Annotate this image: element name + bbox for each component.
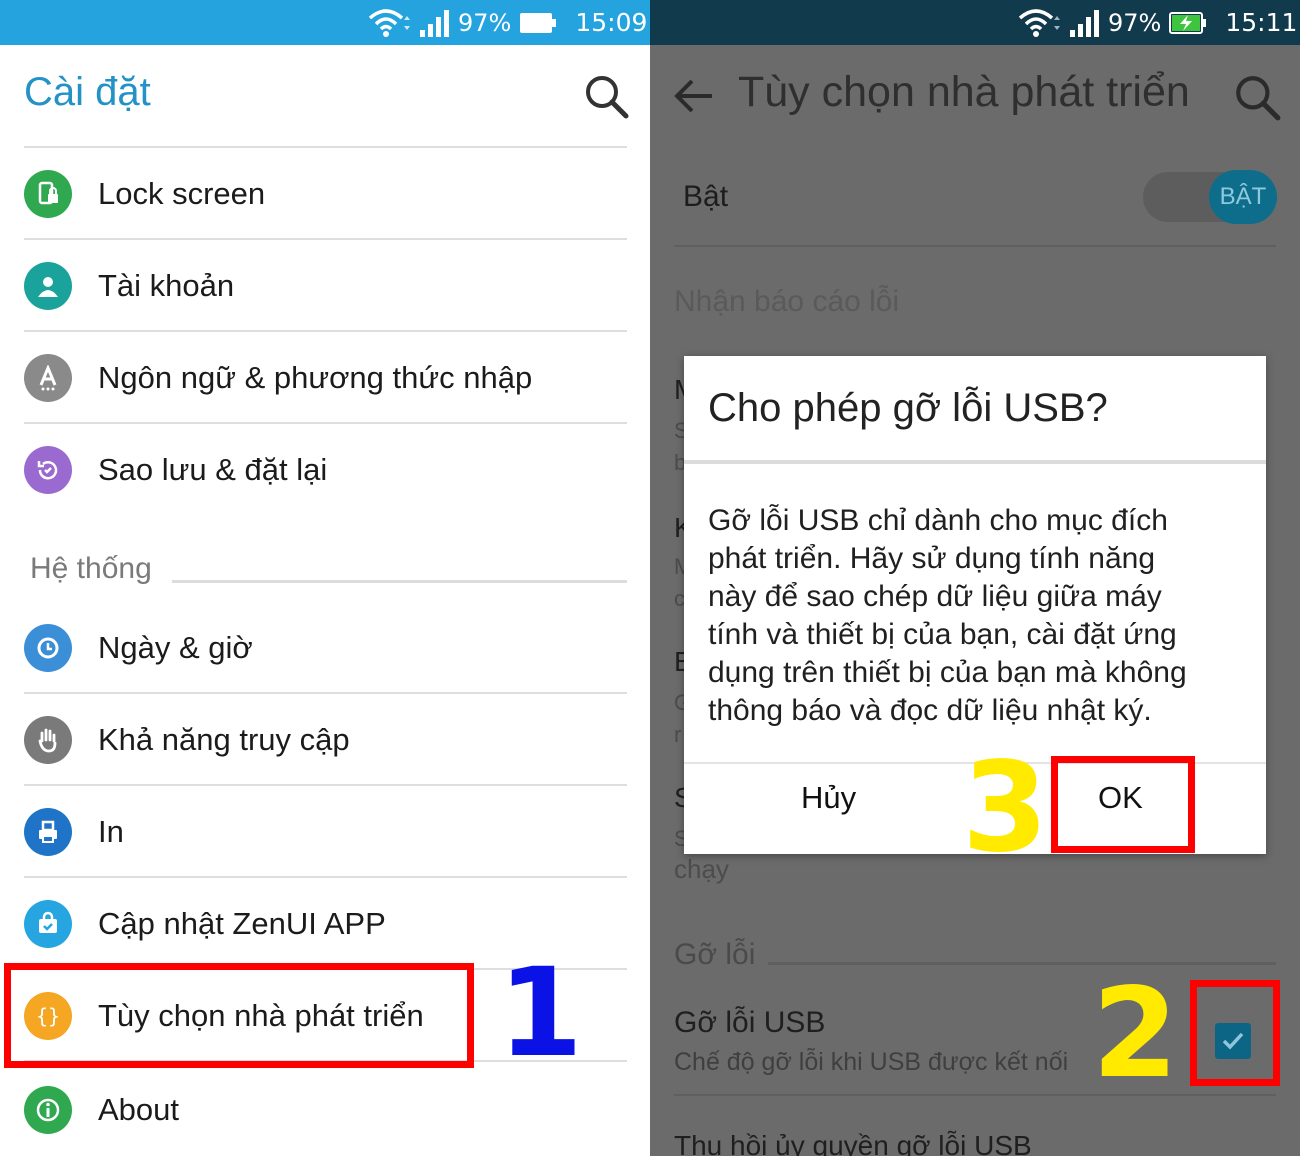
page-title: Tùy chọn nhà phát triển — [738, 68, 1190, 116]
settings-item-label: Cập nhật ZenUI APP — [98, 906, 386, 941]
settings-item-label: About — [98, 1092, 180, 1127]
status-icons: 97% 15:09 — [366, 0, 647, 45]
search-icon[interactable] — [582, 72, 630, 120]
settings-item-label: Tài khoản — [98, 268, 235, 303]
clock-time: 15:09 — [575, 8, 648, 37]
partial-text: r — [674, 722, 682, 747]
settings-screen: 97% 15:09 Cài đặt Lock screen Tài khoản — [0, 0, 650, 1156]
step-number-3: 3 — [962, 736, 1049, 880]
section-header-debugging: Gỡ lỗi — [674, 938, 756, 971]
battery-percent: 97% — [1108, 8, 1162, 37]
highlight-box-developer-options — [4, 963, 474, 1068]
dialog-message-line: phát triển. Hãy sử dụng tính năng — [708, 542, 1156, 575]
section-divider — [172, 580, 627, 583]
dialog-message-line: Gỡ lỗi USB chỉ dành cho mục đích — [708, 504, 1168, 537]
settings-item-print[interactable]: In — [24, 792, 627, 872]
battery-icon — [520, 12, 557, 33]
dialog-message-line: thông báo và đọc dữ liệu nhật ký. — [708, 694, 1152, 727]
usb-debugging-subtitle: Chế độ gỡ lỗi khi USB được kết nối — [674, 1048, 1069, 1076]
section-divider — [768, 962, 1276, 965]
divider — [24, 146, 627, 148]
dialog-title-divider — [684, 460, 1266, 464]
settings-item-backup-reset[interactable]: Sao lưu & đặt lại — [24, 430, 627, 510]
divider — [24, 330, 627, 332]
divider — [24, 876, 627, 878]
dialog-message-line: này để sao chép dữ liệu giữa máy — [708, 580, 1162, 613]
printer-icon — [24, 808, 72, 856]
settings-item-label: Khả năng truy cập — [98, 722, 350, 757]
divider — [24, 692, 627, 694]
search-icon[interactable] — [1232, 72, 1282, 122]
master-toggle-thumb[interactable]: BẬT — [1209, 170, 1277, 224]
highlight-box-ok-button — [1051, 756, 1195, 853]
status-icons: 97% 15:11 — [1016, 0, 1297, 45]
settings-item-lock-screen[interactable]: Lock screen — [24, 154, 627, 234]
dialog-message: Gỡ lỗi USB chỉ dành cho mục đích phát tr… — [708, 502, 1248, 730]
divider — [24, 784, 627, 786]
signal-icon — [420, 9, 449, 37]
settings-item-label: In — [98, 814, 124, 849]
revoke-usb-authorizations[interactable]: Thu hồi ủy quyền gỡ lỗi USB — [674, 1130, 1032, 1156]
battery-charging-icon — [1169, 11, 1207, 34]
battery-percent: 97% — [458, 8, 512, 37]
signal-icon — [1070, 9, 1099, 37]
page-title: Cài đặt — [24, 70, 151, 114]
section-header-system: Hệ thống — [30, 552, 152, 585]
bug-report-option[interactable]: Nhận báo cáo lỗi — [674, 285, 899, 319]
dialog-title: Cho phép gỡ lỗi USB? — [708, 386, 1108, 430]
dialog-message-line: dụng trên thiết bị của bạn mà không — [708, 656, 1187, 689]
settings-item-label: Ngôn ngữ & phương thức nhập — [98, 360, 533, 395]
lock-screen-icon — [24, 170, 72, 218]
cancel-button[interactable]: Hủy — [801, 780, 856, 816]
wifi-icon — [368, 8, 410, 37]
highlight-box-checkbox — [1190, 980, 1280, 1086]
usb-debugging-title[interactable]: Gỡ lỗi USB — [674, 1006, 825, 1040]
settings-item-label: Ngày & giờ — [98, 630, 253, 665]
divider — [24, 422, 627, 424]
settings-item-date-time[interactable]: Ngày & giờ — [24, 608, 627, 688]
clock-icon — [24, 624, 72, 672]
settings-item-accessibility[interactable]: Khả năng truy cập — [24, 700, 627, 780]
language-icon — [24, 354, 72, 402]
divider — [24, 238, 627, 240]
status-bar: 97% 15:11 — [650, 0, 1300, 45]
settings-item-label: Lock screen — [98, 176, 266, 211]
info-icon — [24, 1086, 72, 1134]
back-arrow-icon[interactable] — [672, 76, 716, 116]
step-number-2: 2 — [1092, 962, 1179, 1106]
clock-time: 15:11 — [1225, 8, 1298, 37]
status-bar: 97% 15:09 — [0, 0, 650, 45]
dialog-message-line: tính và thiết bị của bạn, cài đặt ứng — [708, 618, 1177, 651]
step-number-1: 1 — [498, 942, 583, 1084]
settings-item-language[interactable]: Ngôn ngữ & phương thức nhập — [24, 338, 627, 418]
divider — [674, 245, 1276, 247]
update-bag-icon — [24, 900, 72, 948]
account-icon — [24, 262, 72, 310]
wifi-icon — [1018, 8, 1060, 37]
partial-text-running: chạy — [674, 854, 729, 884]
settings-item-account[interactable]: Tài khoản — [24, 246, 627, 326]
settings-item-label: Sao lưu & đặt lại — [98, 452, 328, 487]
divider — [674, 1094, 1276, 1096]
backup-icon — [24, 446, 72, 494]
hand-icon — [24, 716, 72, 764]
master-toggle-label: Bật — [683, 180, 729, 213]
